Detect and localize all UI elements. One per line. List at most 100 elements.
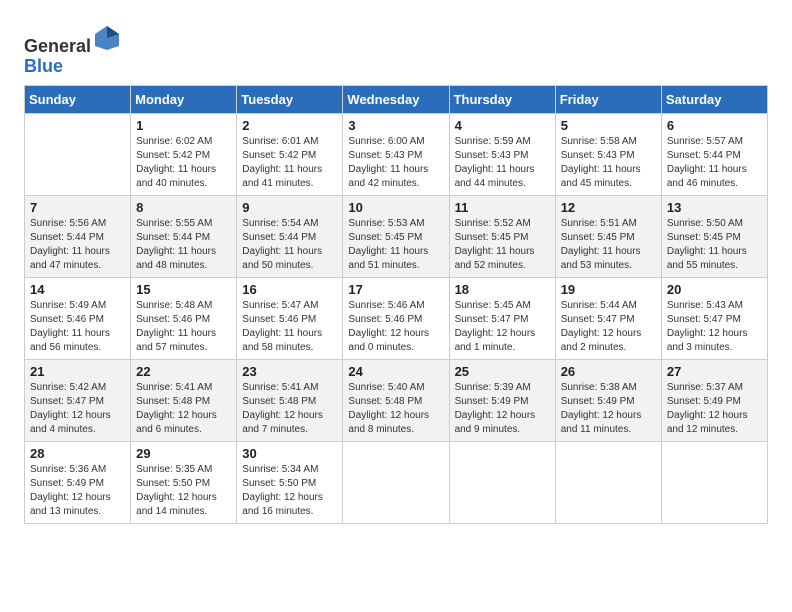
day-number: 9: [242, 200, 337, 215]
day-info: Sunrise: 5:44 AMSunset: 5:47 PMDaylight:…: [561, 299, 656, 355]
calendar-cell: 13 Sunrise: 5:50 AMSunset: 5:45 PMDayligh…: [661, 195, 767, 277]
calendar-cell: 3 Sunrise: 6:00 AMSunset: 5:43 PMDaylight…: [343, 113, 449, 195]
day-info: Sunrise: 5:40 AMSunset: 5:48 PMDaylight:…: [348, 381, 443, 437]
day-number: 11: [455, 200, 550, 215]
calendar-cell: 29 Sunrise: 5:35 AMSunset: 5:50 PMDayligh…: [131, 441, 237, 523]
calendar-cell: 22 Sunrise: 5:41 AMSunset: 5:48 PMDayligh…: [131, 359, 237, 441]
calendar-cell: 18 Sunrise: 5:45 AMSunset: 5:47 PMDayligh…: [449, 277, 555, 359]
day-info: Sunrise: 5:52 AMSunset: 5:45 PMDaylight:…: [455, 217, 550, 273]
day-number: 23: [242, 364, 337, 379]
calendar-cell: 27 Sunrise: 5:37 AMSunset: 5:49 PMDayligh…: [661, 359, 767, 441]
day-number: 26: [561, 364, 656, 379]
calendar-cell: 9 Sunrise: 5:54 AMSunset: 5:44 PMDaylight…: [237, 195, 343, 277]
day-number: 21: [30, 364, 125, 379]
calendar-header-row: SundayMondayTuesdayWednesdayThursdayFrid…: [25, 85, 768, 113]
weekday-header-tuesday: Tuesday: [237, 85, 343, 113]
calendar-cell: 25 Sunrise: 5:39 AMSunset: 5:49 PMDayligh…: [449, 359, 555, 441]
day-info: Sunrise: 6:02 AMSunset: 5:42 PMDaylight:…: [136, 135, 231, 191]
calendar-cell: 14 Sunrise: 5:49 AMSunset: 5:46 PMDayligh…: [25, 277, 131, 359]
day-info: Sunrise: 5:54 AMSunset: 5:44 PMDaylight:…: [242, 217, 337, 273]
day-number: 13: [667, 200, 762, 215]
day-info: Sunrise: 5:41 AMSunset: 5:48 PMDaylight:…: [136, 381, 231, 437]
day-number: 12: [561, 200, 656, 215]
day-number: 14: [30, 282, 125, 297]
day-number: 5: [561, 118, 656, 133]
weekday-header-wednesday: Wednesday: [343, 85, 449, 113]
day-info: Sunrise: 5:43 AMSunset: 5:47 PMDaylight:…: [667, 299, 762, 355]
day-info: Sunrise: 6:00 AMSunset: 5:43 PMDaylight:…: [348, 135, 443, 191]
day-number: 29: [136, 446, 231, 461]
day-number: 18: [455, 282, 550, 297]
calendar-body: 1 Sunrise: 6:02 AMSunset: 5:42 PMDaylight…: [25, 113, 768, 523]
calendar-cell: 30 Sunrise: 5:34 AMSunset: 5:50 PMDayligh…: [237, 441, 343, 523]
day-info: Sunrise: 5:57 AMSunset: 5:44 PMDaylight:…: [667, 135, 762, 191]
day-number: 27: [667, 364, 762, 379]
calendar-cell: 11 Sunrise: 5:52 AMSunset: 5:45 PMDayligh…: [449, 195, 555, 277]
day-number: 1: [136, 118, 231, 133]
day-info: Sunrise: 5:37 AMSunset: 5:49 PMDaylight:…: [667, 381, 762, 437]
calendar-week-3: 14 Sunrise: 5:49 AMSunset: 5:46 PMDayligh…: [25, 277, 768, 359]
day-number: 10: [348, 200, 443, 215]
day-number: 25: [455, 364, 550, 379]
calendar-cell: [343, 441, 449, 523]
day-number: 20: [667, 282, 762, 297]
day-info: Sunrise: 5:39 AMSunset: 5:49 PMDaylight:…: [455, 381, 550, 437]
calendar-cell: 12 Sunrise: 5:51 AMSunset: 5:45 PMDayligh…: [555, 195, 661, 277]
calendar-cell: 6 Sunrise: 5:57 AMSunset: 5:44 PMDaylight…: [661, 113, 767, 195]
weekday-header-monday: Monday: [131, 85, 237, 113]
weekday-header-friday: Friday: [555, 85, 661, 113]
calendar-table: SundayMondayTuesdayWednesdayThursdayFrid…: [24, 85, 768, 524]
day-number: 8: [136, 200, 231, 215]
calendar-cell: 4 Sunrise: 5:59 AMSunset: 5:43 PMDaylight…: [449, 113, 555, 195]
calendar-cell: 17 Sunrise: 5:46 AMSunset: 5:46 PMDayligh…: [343, 277, 449, 359]
calendar-cell: [555, 441, 661, 523]
page-header: General Blue: [24, 20, 768, 77]
day-number: 19: [561, 282, 656, 297]
day-info: Sunrise: 5:59 AMSunset: 5:43 PMDaylight:…: [455, 135, 550, 191]
day-info: Sunrise: 5:45 AMSunset: 5:47 PMDaylight:…: [455, 299, 550, 355]
day-number: 30: [242, 446, 337, 461]
day-info: Sunrise: 5:34 AMSunset: 5:50 PMDaylight:…: [242, 463, 337, 519]
day-number: 3: [348, 118, 443, 133]
day-number: 28: [30, 446, 125, 461]
calendar-week-4: 21 Sunrise: 5:42 AMSunset: 5:47 PMDayligh…: [25, 359, 768, 441]
calendar-cell: 16Sunrise: 5:47 AMSunset: 5:46 PMDayligh…: [237, 277, 343, 359]
logo-blue: Blue: [24, 56, 63, 76]
calendar-cell: 5 Sunrise: 5:58 AMSunset: 5:43 PMDaylight…: [555, 113, 661, 195]
calendar-cell: 8 Sunrise: 5:55 AMSunset: 5:44 PMDaylight…: [131, 195, 237, 277]
calendar-cell: 26 Sunrise: 5:38 AMSunset: 5:49 PMDayligh…: [555, 359, 661, 441]
day-info: Sunrise: 5:41 AMSunset: 5:48 PMDaylight:…: [242, 381, 337, 437]
calendar-week-1: 1 Sunrise: 6:02 AMSunset: 5:42 PMDaylight…: [25, 113, 768, 195]
day-info: Sunrise: 5:46 AMSunset: 5:46 PMDaylight:…: [348, 299, 443, 355]
calendar-cell: 1 Sunrise: 6:02 AMSunset: 5:42 PMDaylight…: [131, 113, 237, 195]
day-info: Sunrise: 5:35 AMSunset: 5:50 PMDaylight:…: [136, 463, 231, 519]
day-info: Sunrise: 5:51 AMSunset: 5:45 PMDaylight:…: [561, 217, 656, 273]
calendar-cell: 10 Sunrise: 5:53 AMSunset: 5:45 PMDayligh…: [343, 195, 449, 277]
day-info: Sunrise: 5:58 AMSunset: 5:43 PMDaylight:…: [561, 135, 656, 191]
calendar-cell: 19 Sunrise: 5:44 AMSunset: 5:47 PMDayligh…: [555, 277, 661, 359]
calendar-cell: 21 Sunrise: 5:42 AMSunset: 5:47 PMDayligh…: [25, 359, 131, 441]
day-number: 22: [136, 364, 231, 379]
calendar-cell: [449, 441, 555, 523]
logo-icon: [93, 24, 121, 52]
day-info: Sunrise: 5:38 AMSunset: 5:49 PMDaylight:…: [561, 381, 656, 437]
calendar-cell: 20 Sunrise: 5:43 AMSunset: 5:47 PMDayligh…: [661, 277, 767, 359]
day-info: Sunrise: 5:50 AMSunset: 5:45 PMDaylight:…: [667, 217, 762, 273]
day-info: Sunrise: 6:01 AMSunset: 5:42 PMDaylight:…: [242, 135, 337, 191]
day-info: Sunrise: 5:49 AMSunset: 5:46 PMDaylight:…: [30, 299, 125, 355]
day-info: Sunrise: 5:55 AMSunset: 5:44 PMDaylight:…: [136, 217, 231, 273]
calendar-week-5: 28Sunrise: 5:36 AMSunset: 5:49 PMDayligh…: [25, 441, 768, 523]
day-number: 6: [667, 118, 762, 133]
calendar-cell: 7Sunrise: 5:56 AMSunset: 5:44 PMDaylight…: [25, 195, 131, 277]
calendar-cell: 28Sunrise: 5:36 AMSunset: 5:49 PMDayligh…: [25, 441, 131, 523]
day-info: Sunrise: 5:42 AMSunset: 5:47 PMDaylight:…: [30, 381, 125, 437]
day-number: 15: [136, 282, 231, 297]
day-number: 17: [348, 282, 443, 297]
day-number: 4: [455, 118, 550, 133]
day-info: Sunrise: 5:53 AMSunset: 5:45 PMDaylight:…: [348, 217, 443, 273]
calendar-cell: [661, 441, 767, 523]
calendar-cell: 15 Sunrise: 5:48 AMSunset: 5:46 PMDayligh…: [131, 277, 237, 359]
day-number: 2: [242, 118, 337, 133]
logo-general: General: [24, 36, 91, 56]
day-info: Sunrise: 5:48 AMSunset: 5:46 PMDaylight:…: [136, 299, 231, 355]
